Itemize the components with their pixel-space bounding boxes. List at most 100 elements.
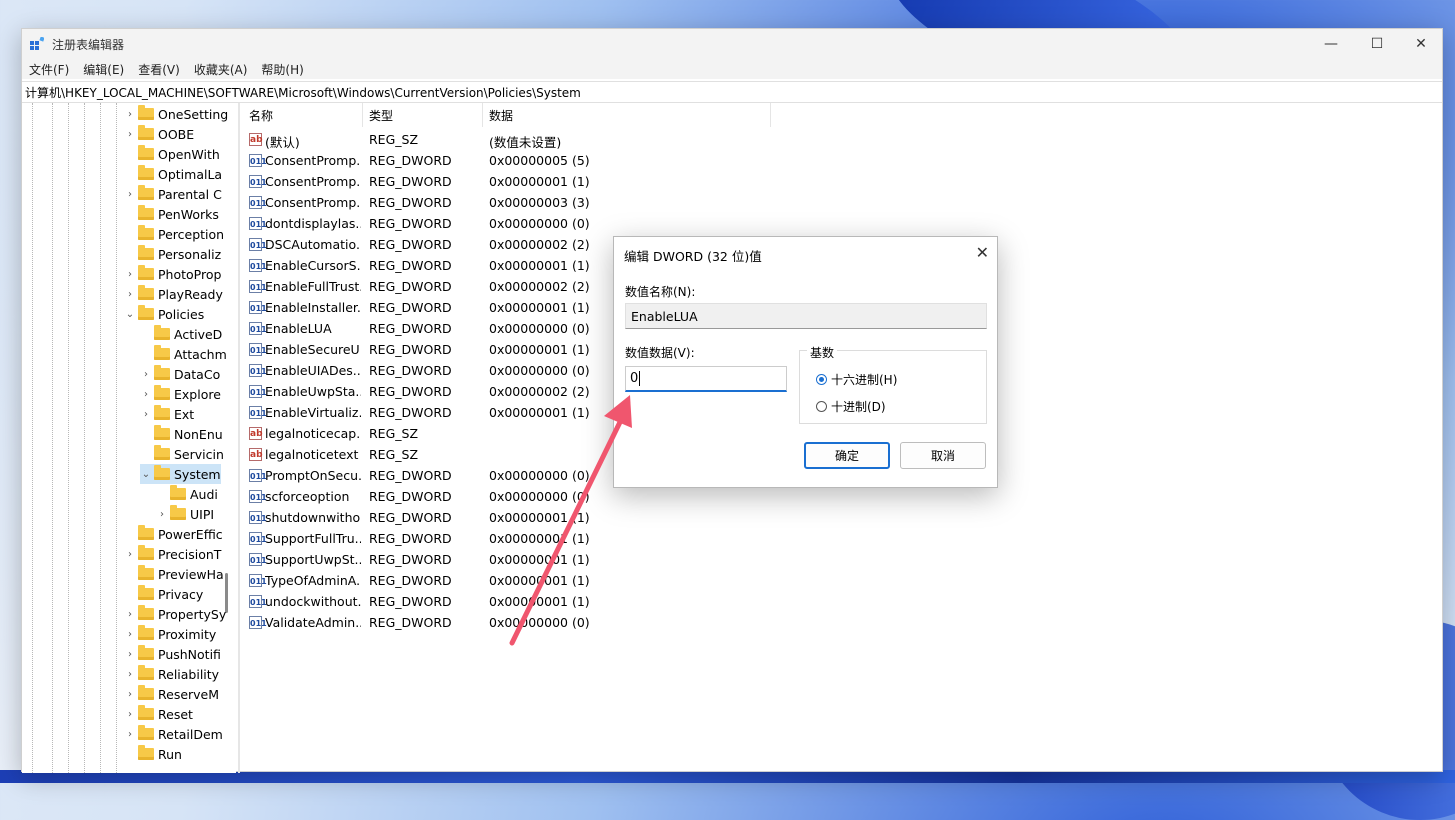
tree-node[interactable]: › PropertySy xyxy=(124,604,226,624)
tree-node-label: PushNotifi xyxy=(158,646,221,662)
chevron-right-icon[interactable]: › xyxy=(124,189,136,200)
chevron-right-icon[interactable]: › xyxy=(124,269,136,280)
tree-node[interactable]: Run xyxy=(124,744,182,764)
pane-splitter[interactable] xyxy=(238,103,240,773)
binary-value-icon: 011 xyxy=(249,175,267,188)
tree-node[interactable]: › PhotoProp xyxy=(124,264,221,284)
chevron-right-icon[interactable]: › xyxy=(124,669,136,680)
chevron-down-icon[interactable]: ⌄ xyxy=(140,469,152,480)
string-value-icon: ab xyxy=(249,448,263,461)
tree-node[interactable]: Perception xyxy=(124,224,224,244)
tree-node[interactable]: OpenWith xyxy=(124,144,220,164)
chevron-right-icon[interactable]: › xyxy=(124,689,136,700)
tree-node[interactable]: ⌄ System xyxy=(140,464,221,484)
tree-node[interactable]: Privacy xyxy=(124,584,203,604)
folder-icon xyxy=(138,125,154,140)
chevron-right-icon[interactable]: › xyxy=(124,109,136,120)
tree-node[interactable]: › PrecisionT xyxy=(124,544,221,564)
column-divider[interactable] xyxy=(770,103,771,127)
tree-node[interactable]: › DataCo xyxy=(140,364,220,384)
chevron-right-icon[interactable]: › xyxy=(124,729,136,740)
tree-node[interactable]: › Explore xyxy=(140,384,221,404)
list-row[interactable]: 011 ConsentPromp... REG_DWORD 0x00000005 (5… xyxy=(242,150,942,171)
tree-node-label: Proximity xyxy=(158,626,217,642)
chevron-right-icon[interactable]: › xyxy=(140,389,152,400)
cancel-button[interactable]: 取消 xyxy=(900,442,986,469)
tree-node[interactable]: › ReserveM xyxy=(124,684,219,704)
chevron-right-icon[interactable]: › xyxy=(124,629,136,640)
column-divider[interactable] xyxy=(362,103,363,127)
list-row[interactable]: 011 ConsentPromp... REG_DWORD 0x00000001 (1… xyxy=(242,171,942,192)
tree-node[interactable]: › Reliability xyxy=(124,664,219,684)
tree-node[interactable]: NonEnu xyxy=(140,424,223,444)
tree-node[interactable]: › RetailDem xyxy=(124,724,223,744)
list-row[interactable]: 011 SupportUwpSt... REG_DWORD 0x00000001 (1… xyxy=(242,549,942,570)
menu-view[interactable]: 查看(V) xyxy=(131,61,187,78)
tree-node[interactable]: › PlayReady xyxy=(124,284,223,304)
chevron-right-icon[interactable]: › xyxy=(140,369,152,380)
binary-value-icon: 011 xyxy=(249,595,267,608)
tree-node[interactable]: OptimalLa xyxy=(124,164,222,184)
tree-node[interactable]: Servicin xyxy=(140,444,224,464)
radio-hexadecimal[interactable]: 十六进制(H) xyxy=(816,371,897,388)
cell-data: 0x00000000 (0) xyxy=(489,489,590,504)
chevron-right-icon[interactable]: › xyxy=(140,409,152,420)
address-bar[interactable]: 计算机\HKEY_LOCAL_MACHINE\SOFTWARE\Microsof… xyxy=(22,81,1442,103)
menu-edit[interactable]: 编辑(E) xyxy=(76,61,131,78)
column-divider[interactable] xyxy=(482,103,483,127)
column-type-header[interactable]: 类型 xyxy=(369,107,393,124)
menu-help[interactable]: 帮助(H) xyxy=(254,61,310,78)
tree-node[interactable]: ⌄ Policies xyxy=(124,304,204,324)
list-row[interactable]: 011 dontdisplaylas... REG_DWORD 0x00000000 … xyxy=(242,213,942,234)
minimize-button[interactable]: — xyxy=(1308,29,1354,59)
chevron-right-icon[interactable]: › xyxy=(124,129,136,140)
string-value-icon: ab xyxy=(249,427,263,440)
tree-node[interactable]: › Ext xyxy=(140,404,194,424)
maximize-button[interactable]: ☐ xyxy=(1354,29,1400,59)
list-row[interactable]: 011 scforceoption REG_DWORD 0x00000000 (0) xyxy=(242,486,942,507)
list-row[interactable]: 011shutdownwitho... REG_DWORD 0x00000001 (… xyxy=(242,507,942,528)
column-data-header[interactable]: 数据 xyxy=(489,107,513,124)
chevron-right-icon[interactable]: › xyxy=(124,649,136,660)
tree-node[interactable]: › OneSetting xyxy=(124,104,228,124)
tree-node[interactable]: PreviewHa xyxy=(124,564,224,584)
chevron-right-icon[interactable]: › xyxy=(124,609,136,620)
tree-node[interactable]: Personaliz xyxy=(124,244,221,264)
cell-data: 0x00000000 (0) xyxy=(489,468,590,483)
chevron-right-icon[interactable]: › xyxy=(124,549,136,560)
list-row[interactable]: 011 undockwithout... REG_DWORD 0x00000001 (… xyxy=(242,591,942,612)
list-row[interactable]: ab (默认) REG_SZ (数值未设置) xyxy=(242,129,942,150)
tree-node[interactable]: PenWorks xyxy=(124,204,219,224)
list-row[interactable]: 011 TypeOfAdminA... REG_DWORD 0x00000001 (1… xyxy=(242,570,942,591)
tree-node[interactable]: Attachm xyxy=(140,344,227,364)
value-data-input[interactable]: 0 xyxy=(625,366,787,392)
menu-file[interactable]: 文件(F) xyxy=(22,61,76,78)
list-row[interactable]: 011 ConsentPromp... REG_DWORD 0x00000003 (3… xyxy=(242,192,942,213)
chevron-right-icon[interactable]: › xyxy=(124,709,136,720)
tree-node[interactable]: PowerEffic xyxy=(124,524,223,544)
chevron-right-icon[interactable]: › xyxy=(156,509,168,520)
folder-icon xyxy=(154,425,170,440)
chevron-right-icon[interactable]: › xyxy=(124,289,136,300)
list-row[interactable]: 011 ValidateAdmin... REG_DWORD 0x00000000 (… xyxy=(242,612,942,633)
registry-tree[interactable]: › OneSetting › OOBE OpenWith OptimalLa › Parent… xyxy=(22,103,236,773)
tree-node[interactable]: › OOBE xyxy=(124,124,194,144)
ok-button[interactable]: 确定 xyxy=(804,442,890,469)
close-button[interactable]: ✕ xyxy=(1398,29,1444,59)
cell-type: REG_DWORD xyxy=(369,363,452,378)
tree-node[interactable]: Audi xyxy=(156,484,218,504)
radio-decimal[interactable]: 十进制(D) xyxy=(816,398,886,415)
tree-guide-line xyxy=(68,103,69,773)
tree-node[interactable]: › UIPI xyxy=(156,504,214,524)
menu-favorites[interactable]: 收藏夹(A) xyxy=(187,61,255,78)
column-name-header[interactable]: 名称 xyxy=(249,107,273,124)
dialog-close-icon[interactable]: ✕ xyxy=(976,243,989,262)
list-row[interactable]: 011 SupportFullTru... REG_DWORD 0x00000001 … xyxy=(242,528,942,549)
tree-node-label: Reset xyxy=(158,706,193,722)
tree-node[interactable]: › Reset xyxy=(124,704,193,724)
tree-node[interactable]: › Parental C xyxy=(124,184,222,204)
tree-node[interactable]: ActiveD xyxy=(140,324,222,344)
tree-node[interactable]: › PushNotifi xyxy=(124,644,221,664)
chevron-down-icon[interactable]: ⌄ xyxy=(124,309,136,320)
tree-node[interactable]: › Proximity xyxy=(124,624,216,644)
